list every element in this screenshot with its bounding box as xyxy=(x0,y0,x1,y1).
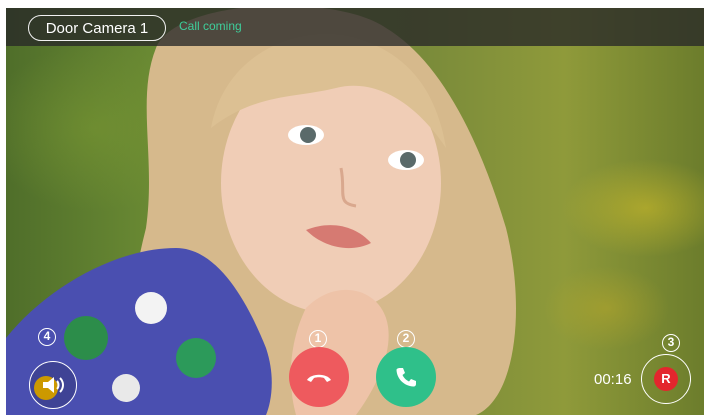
marker-speaker: 4 xyxy=(38,328,56,346)
marker-hangup: 1 xyxy=(309,330,327,348)
camera-selector[interactable]: Door Camera 1 xyxy=(28,15,166,41)
top-bar: Door Camera 1 Call coming xyxy=(6,8,704,46)
intercom-screen: Door Camera 1 Call coming 4 1 2 3 00:16 … xyxy=(6,8,704,415)
camera-video-feed xyxy=(6,8,516,415)
call-timer: 00:16 xyxy=(594,371,632,388)
answer-button[interactable] xyxy=(376,347,436,407)
phone-icon xyxy=(396,368,416,387)
marker-answer: 2 xyxy=(397,330,415,348)
call-status-text: Call coming xyxy=(179,19,242,33)
record-button[interactable]: R xyxy=(641,354,691,404)
speaker-button[interactable] xyxy=(29,361,77,409)
phone-hangup-icon xyxy=(307,374,331,382)
left-iris xyxy=(300,127,316,143)
speaker-icon xyxy=(43,377,64,393)
marker-record: 3 xyxy=(662,334,680,352)
dress-flower-3 xyxy=(176,338,216,378)
record-label: R xyxy=(654,367,678,391)
hangup-button[interactable] xyxy=(289,347,349,407)
dress-flower-1 xyxy=(64,316,108,360)
dress-flower-2 xyxy=(135,292,167,324)
dress-flower-4 xyxy=(112,374,140,402)
right-iris xyxy=(400,152,416,168)
